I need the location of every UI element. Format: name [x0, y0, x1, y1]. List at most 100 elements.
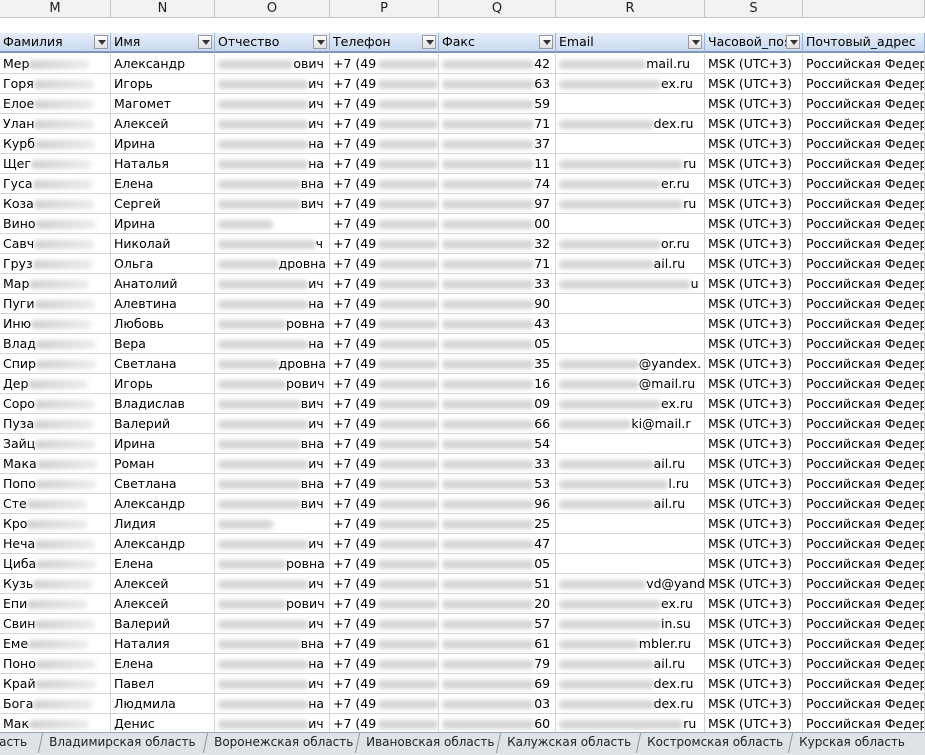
table-cell[interactable]: Мер	[0, 54, 111, 74]
table-cell[interactable]: MSK (UTC+3)	[705, 494, 803, 514]
table-cell[interactable]: Вино	[0, 214, 111, 234]
table-cell[interactable]: Российская Федера	[803, 454, 925, 474]
table-cell[interactable]: MSK (UTC+3)	[705, 134, 803, 154]
table-cell[interactable]: +7 (49	[330, 614, 439, 634]
table-cell[interactable]: MSK (UTC+3)	[705, 434, 803, 454]
table-cell[interactable]	[556, 314, 705, 334]
table-cell[interactable]: Иню	[0, 314, 111, 334]
table-cell[interactable]: Сергей	[111, 194, 215, 214]
table-cell[interactable]: ровна	[215, 554, 330, 574]
table-cell[interactable]: Николай	[111, 234, 215, 254]
table-cell[interactable]: Светлана	[111, 354, 215, 374]
table-cell[interactable]	[556, 214, 705, 234]
table-cell[interactable]: Российская Федера	[803, 334, 925, 354]
table-cell[interactable]: vd@yand	[556, 574, 705, 594]
table-cell[interactable]: +7 (49	[330, 434, 439, 454]
table-cell[interactable]: Любовь	[111, 314, 215, 334]
table-cell[interactable]: ex.ru	[556, 74, 705, 94]
column-letter[interactable]: R	[556, 0, 705, 17]
table-cell[interactable]: Курб	[0, 134, 111, 154]
table-cell[interactable]: 00	[439, 214, 556, 234]
table-cell[interactable]: +7 (49	[330, 334, 439, 354]
table-cell[interactable]: Груз	[0, 254, 111, 274]
filter-dropdown-icon[interactable]	[198, 35, 212, 49]
table-cell[interactable]: +7 (49	[330, 174, 439, 194]
table-cell[interactable]: 71	[439, 254, 556, 274]
table-cell[interactable]: MSK (UTC+3)	[705, 274, 803, 294]
table-cell[interactable]: +7 (49	[330, 654, 439, 674]
table-cell[interactable]: Ольга	[111, 254, 215, 274]
table-cell[interactable]: +7 (49	[330, 714, 439, 732]
table-cell[interactable]: Край	[0, 674, 111, 694]
table-cell[interactable]: ex.ru	[556, 394, 705, 414]
table-cell[interactable]: Российская Федера	[803, 54, 925, 74]
table-cell[interactable]: ич	[215, 674, 330, 694]
table-cell[interactable]: 09	[439, 394, 556, 414]
table-cell[interactable]: 16	[439, 374, 556, 394]
column-letter[interactable]: N	[111, 0, 215, 17]
table-cell[interactable]: +7 (49	[330, 294, 439, 314]
table-cell[interactable]: 97	[439, 194, 556, 214]
table-cell[interactable]: MSK (UTC+3)	[705, 354, 803, 374]
table-cell[interactable]: ич	[215, 614, 330, 634]
sheet-tab[interactable]: Ивановская область	[354, 733, 505, 753]
table-cell[interactable]: Владислав	[111, 394, 215, 414]
table-cell[interactable]	[215, 514, 330, 534]
table-cell[interactable]: ail.ru	[556, 654, 705, 674]
table-cell[interactable]: +7 (49	[330, 494, 439, 514]
table-cell[interactable]: Кузь	[0, 574, 111, 594]
header-cell[interactable]: Email	[556, 33, 705, 53]
table-cell[interactable]: +7 (49	[330, 694, 439, 714]
table-cell[interactable]: mail.ru	[556, 54, 705, 74]
table-cell[interactable]: +7 (49	[330, 374, 439, 394]
table-cell[interactable]: вич	[215, 194, 330, 214]
table-cell[interactable]: MSK (UTC+3)	[705, 474, 803, 494]
table-cell[interactable]: +7 (49	[330, 314, 439, 334]
header-cell[interactable]: Фамилия	[0, 33, 111, 53]
table-cell[interactable]: MSK (UTC+3)	[705, 334, 803, 354]
table-cell[interactable]: Зайц	[0, 434, 111, 454]
table-cell[interactable]: +7 (49	[330, 554, 439, 574]
sheet-tab[interactable]: Калужская область	[495, 733, 642, 753]
table-cell[interactable]: Епи	[0, 594, 111, 614]
table-cell[interactable]: dex.ru	[556, 674, 705, 694]
table-cell[interactable]: Неча	[0, 534, 111, 554]
table-cell[interactable]: MSK (UTC+3)	[705, 514, 803, 534]
table-cell[interactable]: Игорь	[111, 374, 215, 394]
table-cell[interactable]: +7 (49	[330, 154, 439, 174]
table-cell[interactable]: ович	[215, 54, 330, 74]
table-cell[interactable]: 66	[439, 414, 556, 434]
table-cell[interactable]: Российская Федера	[803, 474, 925, 494]
table-cell[interactable]	[556, 94, 705, 114]
table-cell[interactable]: Российская Федера	[803, 94, 925, 114]
column-letter[interactable]: S	[705, 0, 803, 17]
table-cell[interactable]: Дер	[0, 374, 111, 394]
table-cell[interactable]: 20	[439, 594, 556, 614]
column-letter[interactable]: Q	[439, 0, 556, 17]
table-cell[interactable]: MSK (UTC+3)	[705, 534, 803, 554]
table-cell[interactable]: Мар	[0, 274, 111, 294]
table-cell[interactable]: 96	[439, 494, 556, 514]
filter-dropdown-icon[interactable]	[313, 35, 327, 49]
table-cell[interactable]: Коза	[0, 194, 111, 214]
table-cell[interactable]: Российская Федера	[803, 114, 925, 134]
table-cell[interactable]: MSK (UTC+3)	[705, 594, 803, 614]
table-cell[interactable]: Свин	[0, 614, 111, 634]
table-cell[interactable]: Елена	[111, 554, 215, 574]
table-cell[interactable]: Российская Федера	[803, 494, 925, 514]
table-cell[interactable]: 54	[439, 434, 556, 454]
table-cell[interactable]: MSK (UTC+3)	[705, 614, 803, 634]
column-letter[interactable]: O	[215, 0, 330, 17]
table-cell[interactable]: 05	[439, 334, 556, 354]
table-cell[interactable]: +7 (49	[330, 274, 439, 294]
table-cell[interactable]: Савч	[0, 234, 111, 254]
table-cell[interactable]: Бога	[0, 694, 111, 714]
table-cell[interactable]: Влад	[0, 334, 111, 354]
table-cell[interactable]: +7 (49	[330, 674, 439, 694]
table-cell[interactable]: Гуса	[0, 174, 111, 194]
table-cell[interactable]: ич	[215, 714, 330, 732]
filter-dropdown-icon[interactable]	[688, 35, 702, 49]
table-cell[interactable]	[556, 294, 705, 314]
table-cell[interactable]: Российская Федера	[803, 274, 925, 294]
table-cell[interactable]: 71	[439, 114, 556, 134]
